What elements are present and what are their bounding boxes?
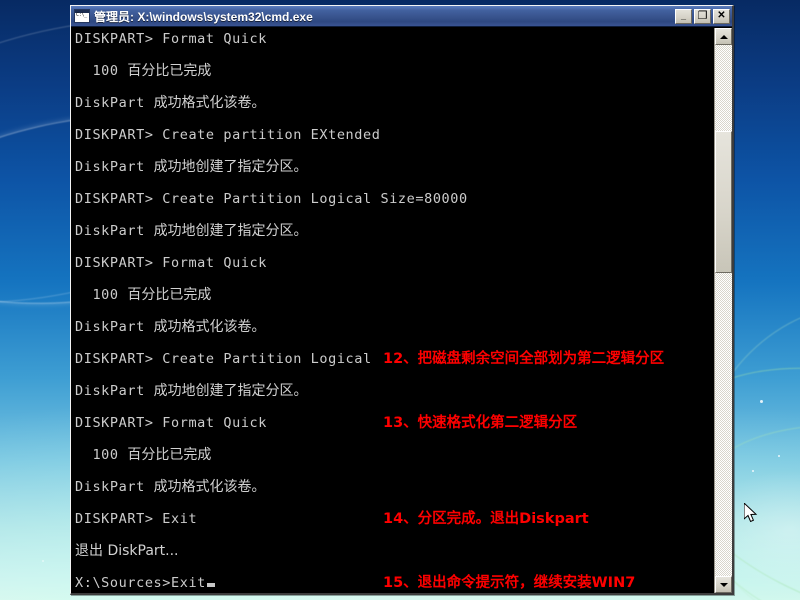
console-scrollbar[interactable] [714, 28, 732, 593]
console-line-cjk: 百分比已完成 [127, 287, 212, 303]
console-line: DiskPart 成功格式化该卷。 [75, 479, 266, 495]
console-line-ascii: DiskPart [75, 319, 154, 335]
annotation-label: 13、快速格式化第二逻辑分区 [383, 415, 578, 431]
arrow-up-glyph [719, 34, 728, 39]
console-line: DISKPART> Format Quick [75, 31, 267, 47]
console-line-cjk: 百分比已完成 [127, 63, 212, 79]
console-line-ascii: DISKPART> Create Partition Logical [75, 351, 372, 367]
close-button[interactable]: ✕ [713, 8, 730, 24]
maximize-icon: ❐ [697, 9, 708, 22]
console-line-cjk: 成功地创建了指定分区。 [153, 383, 308, 399]
scrollbar-thumb[interactable] [715, 131, 732, 273]
console-text: DISKPART> Format Quick 100 百分比已完成 DiskPar… [75, 28, 712, 593]
console-output-area[interactable]: DISKPART> Format Quick 100 百分比已完成 DiskPar… [71, 28, 732, 593]
console-line: 100 百分比已完成 [75, 287, 211, 303]
cmd-icon [74, 9, 90, 23]
console-line-ascii: DISKPART> Create partition EXtended [75, 127, 381, 143]
console-line-cjk: 成功格式化该卷。 [153, 95, 266, 111]
console-line: DiskPart 成功格式化该卷。 [75, 95, 266, 111]
console-line-cjk: 成功地创建了指定分区。 [153, 223, 308, 239]
console-line: DISKPART> Create Partition Logical [75, 351, 372, 367]
console-line-ascii: 100 [75, 447, 128, 463]
console-line: DISKPART> Create Partition Logical Size=… [75, 191, 468, 207]
console-line-ascii: 100 [75, 63, 128, 79]
console-line: DiskPart 成功地创建了指定分区。 [75, 383, 308, 399]
annotation-label: 12、把磁盘剩余空间全部划为第二逻辑分区 [383, 351, 665, 367]
console-line-ascii: DiskPart [75, 479, 154, 495]
console-line-ascii: DISKPART> Format Quick [75, 31, 268, 47]
wallpaper-sparkle [42, 560, 44, 562]
console-line: DiskPart 成功地创建了指定分区。 [75, 223, 308, 239]
console-line: 退出 DiskPart... [75, 543, 179, 559]
console-line-cjk: 成功格式化该卷。 [153, 319, 266, 335]
window-title: 管理员: X:\windows\system32\cmd.exe [94, 9, 313, 24]
window-controls[interactable]: _ ❐ ✕ [675, 8, 730, 24]
arrow-down-glyph [719, 582, 728, 587]
console-line-ascii: 100 [75, 287, 128, 303]
desktop-background: 管理员: X:\windows\system32\cmd.exe _ ❐ ✕ D… [0, 0, 800, 600]
minimize-button[interactable]: _ [675, 8, 692, 24]
console-line: DISKPART> Exit [75, 511, 197, 527]
console-line-cjk: 成功地创建了指定分区。 [153, 159, 308, 175]
wallpaper-sparkle [778, 455, 780, 457]
scroll-down-arrow-icon[interactable] [715, 576, 732, 593]
console-line-ascii: X:\Sources>Exit [75, 575, 206, 591]
minimize-icon: _ [680, 10, 686, 21]
console-line-ascii: DiskPart [75, 223, 154, 239]
console-line-cjk: 退出 DiskPart... [75, 543, 179, 559]
console-line: X:\Sources>Exit [75, 575, 215, 591]
console-line-cjk: 百分比已完成 [127, 447, 212, 463]
console-line-ascii: DISKPART> Create Partition Logical Size=… [75, 191, 468, 207]
wallpaper-sparkle [752, 470, 754, 472]
annotation-label: 14、分区完成。退出Diskpart [383, 511, 589, 527]
window-title-bar[interactable]: 管理员: X:\windows\system32\cmd.exe _ ❐ ✕ [71, 6, 732, 27]
console-line-ascii: DiskPart [75, 95, 154, 111]
console-line-ascii: DiskPart [75, 159, 154, 175]
console-line: DISKPART> Format Quick [75, 255, 267, 271]
mouse-pointer [744, 503, 758, 523]
console-line-ascii: DiskPart [75, 383, 154, 399]
console-caret [206, 583, 215, 587]
console-line: DISKPART> Create partition EXtended [75, 127, 380, 143]
console-line: DiskPart 成功格式化该卷。 [75, 319, 266, 335]
console-line-cjk: 成功格式化该卷。 [153, 479, 266, 495]
command-prompt-window[interactable]: 管理员: X:\windows\system32\cmd.exe _ ❐ ✕ D… [70, 5, 734, 595]
maximize-button[interactable]: ❐ [694, 8, 711, 24]
console-line-ascii: DISKPART> Format Quick [75, 255, 268, 271]
console-line: DiskPart 成功地创建了指定分区。 [75, 159, 308, 175]
console-line: DISKPART> Format Quick [75, 415, 267, 431]
annotation-label: 15、退出命令提示符，继续安装WIN7 [383, 575, 636, 591]
console-line: 100 百分比已完成 [75, 63, 211, 79]
wallpaper-sparkle [760, 400, 763, 403]
console-line-ascii: DISKPART> Exit [75, 511, 198, 527]
scroll-up-arrow-icon[interactable] [715, 28, 732, 45]
close-icon: ✕ [717, 10, 726, 21]
console-line-ascii: DISKPART> Format Quick [75, 415, 268, 431]
console-line: 100 百分比已完成 [75, 447, 211, 463]
